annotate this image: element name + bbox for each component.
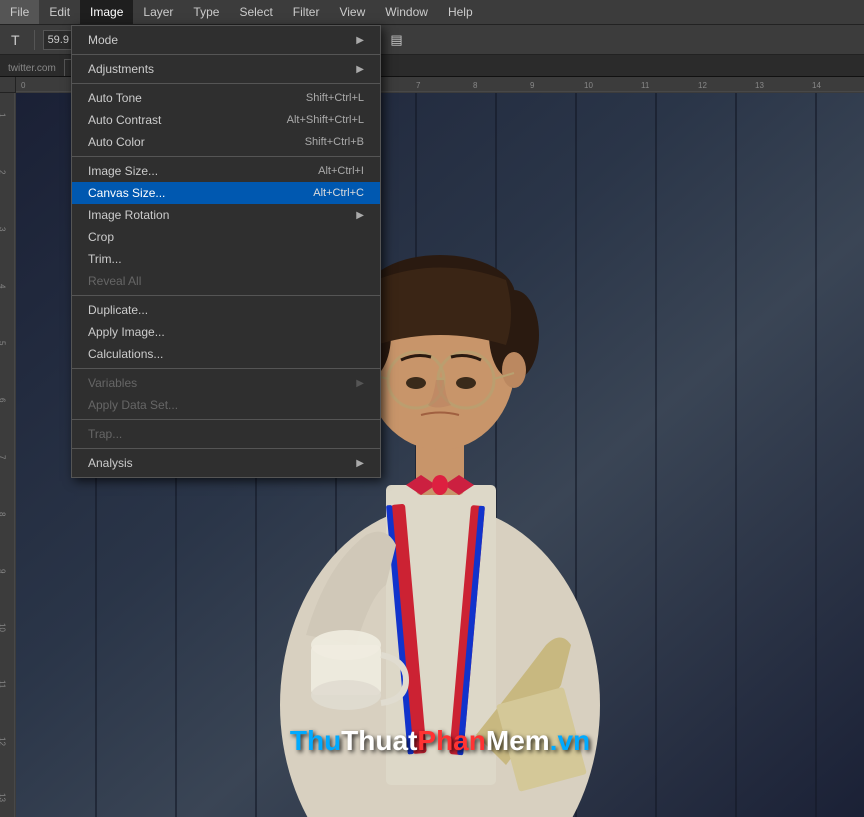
arrow-icon-adj: ▶ bbox=[356, 64, 364, 75]
options-icon[interactable]: ▤ bbox=[385, 30, 407, 50]
svg-text:3: 3 bbox=[0, 227, 7, 232]
shortcut-auto-tone: Shift+Ctrl+L bbox=[306, 92, 364, 104]
menu-item-variables: Variables ▶ bbox=[72, 372, 380, 394]
menu-item-duplicate[interactable]: Duplicate... bbox=[72, 299, 380, 321]
svg-text:9: 9 bbox=[530, 81, 535, 90]
shortcut-image-size: Alt+Ctrl+I bbox=[318, 165, 364, 177]
menu-select[interactable]: Select bbox=[229, 0, 282, 24]
menu-item-canvas-size[interactable]: Canvas Size... Alt+Ctrl+C bbox=[72, 182, 380, 204]
svg-text:11: 11 bbox=[0, 680, 7, 689]
svg-text:9: 9 bbox=[0, 569, 7, 574]
menu-item-apply-data-set: Apply Data Set... bbox=[72, 394, 380, 416]
menu-item-apply-image[interactable]: Apply Image... bbox=[72, 321, 380, 343]
menu-item-image-size[interactable]: Image Size... Alt+Ctrl+I bbox=[72, 160, 380, 182]
menu-item-reveal-all: Reveal All bbox=[72, 270, 380, 292]
ruler-corner bbox=[0, 77, 16, 93]
menu-item-calculations[interactable]: Calculations... bbox=[72, 343, 380, 365]
menu-item-analysis[interactable]: Analysis ▶ bbox=[72, 452, 380, 474]
separator-3 bbox=[72, 156, 380, 157]
menu-type[interactable]: Type bbox=[183, 0, 229, 24]
svg-text:1: 1 bbox=[0, 113, 7, 118]
watermark: ThuThuatPhanMem.vn bbox=[290, 725, 590, 757]
svg-text:13: 13 bbox=[755, 81, 764, 90]
watermark-thuat: Thuat bbox=[341, 725, 417, 756]
menu-bar: File Edit Image Layer Type Select Filter… bbox=[0, 0, 864, 25]
svg-text:5: 5 bbox=[0, 341, 7, 346]
svg-text:2: 2 bbox=[0, 170, 7, 175]
menu-item-mode[interactable]: Mode ▶ bbox=[72, 29, 380, 51]
separator-2 bbox=[72, 83, 380, 84]
svg-text:7: 7 bbox=[0, 455, 7, 460]
svg-text:6: 6 bbox=[0, 398, 7, 403]
separator-7 bbox=[72, 448, 380, 449]
text-tool-icon[interactable]: T bbox=[5, 30, 26, 50]
arrow-icon-variables: ▶ bbox=[356, 378, 364, 389]
arrow-icon-rotation: ▶ bbox=[356, 210, 364, 221]
svg-text:4: 4 bbox=[0, 284, 7, 289]
shortcut-auto-color: Shift+Ctrl+B bbox=[305, 136, 364, 148]
menu-help[interactable]: Help bbox=[438, 0, 483, 24]
svg-text:8: 8 bbox=[473, 81, 478, 90]
menu-image[interactable]: Image bbox=[80, 0, 133, 24]
shortcut-canvas-size: Alt+Ctrl+C bbox=[313, 187, 364, 199]
svg-text:12: 12 bbox=[0, 737, 7, 746]
toolbar-separator-1 bbox=[34, 30, 35, 50]
menu-item-crop[interactable]: Crop bbox=[72, 226, 380, 248]
menu-layer[interactable]: Layer bbox=[133, 0, 183, 24]
menu-item-auto-tone[interactable]: Auto Tone Shift+Ctrl+L bbox=[72, 87, 380, 109]
shortcut-auto-contrast: Alt+Shift+Ctrl+L bbox=[287, 114, 364, 126]
image-dropdown-menu: Mode ▶ Adjustments ▶ Auto Tone Shift+Ctr… bbox=[71, 25, 381, 478]
watermark-mem: Mem bbox=[486, 725, 550, 756]
watermark-vn: .vn bbox=[550, 725, 590, 756]
watermark-phan: Phan bbox=[417, 725, 485, 756]
menu-view[interactable]: View bbox=[329, 0, 375, 24]
menu-file[interactable]: File bbox=[0, 0, 39, 24]
watermark-thu: Thu bbox=[290, 725, 341, 756]
menu-item-auto-contrast[interactable]: Auto Contrast Alt+Shift+Ctrl+L bbox=[72, 109, 380, 131]
menu-item-image-rotation[interactable]: Image Rotation ▶ bbox=[72, 204, 380, 226]
menu-edit[interactable]: Edit bbox=[39, 0, 80, 24]
separator-6 bbox=[72, 419, 380, 420]
svg-text:14: 14 bbox=[812, 81, 821, 90]
svg-text:10: 10 bbox=[584, 81, 593, 90]
separator-5 bbox=[72, 368, 380, 369]
svg-text:12: 12 bbox=[698, 81, 707, 90]
arrow-icon-analysis: ▶ bbox=[356, 458, 364, 469]
svg-text:13: 13 bbox=[0, 793, 7, 802]
svg-text:11: 11 bbox=[641, 81, 650, 90]
svg-text:7: 7 bbox=[416, 81, 421, 90]
arrow-icon: ▶ bbox=[356, 35, 364, 46]
svg-text:8: 8 bbox=[0, 512, 7, 517]
menu-filter[interactable]: Filter bbox=[283, 0, 330, 24]
menu-item-auto-color[interactable]: Auto Color Shift+Ctrl+B bbox=[72, 131, 380, 153]
menu-item-adjustments[interactable]: Adjustments ▶ bbox=[72, 58, 380, 80]
separator-1 bbox=[72, 54, 380, 55]
separator-4 bbox=[72, 295, 380, 296]
menu-item-trim[interactable]: Trim... bbox=[72, 248, 380, 270]
svg-text:0: 0 bbox=[21, 81, 26, 90]
menu-window[interactable]: Window bbox=[375, 0, 438, 24]
svg-text:10: 10 bbox=[0, 623, 7, 632]
site-label: twitter.com bbox=[0, 61, 64, 76]
menu-item-trap: Trap... bbox=[72, 423, 380, 445]
ruler-vertical: 1 2 3 4 5 6 7 8 9 10 11 12 13 bbox=[0, 93, 16, 817]
